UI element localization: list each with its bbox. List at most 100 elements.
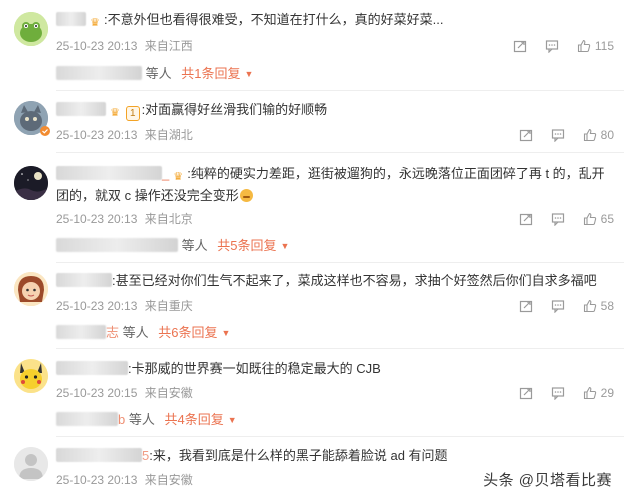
reply-suffix: 等人 <box>122 325 149 340</box>
like-button[interactable]: 65 <box>583 212 614 226</box>
reply-username[interactable] <box>56 66 142 80</box>
divider <box>56 90 624 91</box>
share-icon[interactable] <box>519 299 533 313</box>
crown-icon: ♛ <box>173 171 184 183</box>
comment-meta: 25-10-23 20:13 来自北京 <box>56 211 193 227</box>
reply-username[interactable] <box>56 412 118 426</box>
pikachu-avatar-icon <box>14 359 48 393</box>
avatar[interactable] <box>14 12 48 46</box>
timestamp: 25-10-23 20:13 <box>56 212 138 226</box>
username[interactable] <box>56 448 142 462</box>
reply-summary[interactable]: 志 等人 共6条回复 ▼ <box>56 323 230 343</box>
comment-body: :卡那威的世界赛一如既往的稳定最大的 CJB <box>56 358 610 380</box>
location: 来自湖北 <box>144 128 193 142</box>
divider <box>56 348 624 349</box>
username[interactable] <box>56 12 86 26</box>
comment-text: :对面赢得好丝滑我们输的好顺畅 <box>141 102 328 117</box>
crown-icon: ♛ <box>90 17 100 29</box>
username[interactable] <box>56 102 106 116</box>
comment-meta: 25-10-23 20:13 来自湖北 <box>56 127 193 143</box>
watermark: 头条 @贝塔看比赛 <box>483 472 612 489</box>
like-icon <box>577 39 591 53</box>
comment-text: :来，我看到底是什么样的黑子能舔着脸说 ad 有问题 <box>149 448 448 463</box>
timestamp: 25-10-23 20:13 <box>56 128 138 142</box>
username[interactable] <box>56 166 162 180</box>
divider <box>56 262 624 263</box>
reply-summary[interactable]: 等人 共1条回复 ▼ <box>56 64 253 84</box>
reply-username[interactable] <box>56 325 106 339</box>
share-icon[interactable] <box>519 386 533 400</box>
reply-summary[interactable]: 等人 共5条回复 ▼ <box>56 236 289 256</box>
comment-body: 5:来，我看到底是什么样的黑子能舔着脸说 ad 有问题 <box>56 445 610 467</box>
avatar[interactable] <box>14 447 48 481</box>
like-button[interactable]: 29 <box>583 386 614 400</box>
like-icon <box>583 212 596 226</box>
like-button[interactable]: 115 <box>577 39 614 53</box>
reply-suffix: 等人 <box>128 412 155 427</box>
like-count: 80 <box>600 128 614 142</box>
timestamp: 25-10-23 20:15 <box>56 386 138 400</box>
like-button[interactable]: 58 <box>583 299 614 313</box>
verified-badge-icon <box>40 126 50 136</box>
view-replies-link[interactable]: 共1条回复 <box>181 66 240 81</box>
username[interactable] <box>56 273 112 287</box>
comment-actions: 65 <box>519 211 614 227</box>
comment-body: :甚至已经对你们生气不起来了，菜成这样也不容易，求抽个好签然后你们自求多福吧 <box>56 270 610 292</box>
reply-username-tail[interactable]: 志 <box>106 325 119 340</box>
comment-meta: 25-10-23 20:13 来自江西 <box>56 38 193 54</box>
comment-meta: 25-10-23 20:13 来自安徽 <box>56 472 193 488</box>
like-count: 65 <box>600 212 614 226</box>
default-user-avatar-icon <box>14 447 48 481</box>
reply-suffix: 等人 <box>181 238 208 253</box>
location: 来自安徽 <box>144 386 193 400</box>
share-icon[interactable] <box>513 39 527 53</box>
chevron-down-icon: ▼ <box>280 241 290 251</box>
comment-icon[interactable] <box>551 299 565 313</box>
chevron-down-icon: ▼ <box>244 69 254 79</box>
like-count: 29 <box>600 386 614 400</box>
username[interactable] <box>56 361 128 375</box>
like-count: 115 <box>594 39 614 53</box>
like-icon <box>583 386 596 400</box>
comment-icon[interactable] <box>551 212 565 226</box>
view-replies-link[interactable]: 共6条回复 <box>158 325 217 340</box>
timestamp: 25-10-23 20:13 <box>56 299 138 313</box>
level-badge: 1 <box>126 106 140 121</box>
share-icon[interactable] <box>519 128 533 142</box>
location: 来自安徽 <box>144 473 193 487</box>
reply-username[interactable] <box>56 238 178 252</box>
comment-body: ♛:不意外但也看得很难受，不知道在打什么，真的好菜好菜... <box>56 9 610 31</box>
divider <box>56 152 624 153</box>
like-icon <box>583 299 596 313</box>
reply-summary[interactable]: b 等人 共4条回复 ▼ <box>56 410 237 430</box>
comment-icon[interactable] <box>551 386 565 400</box>
timestamp: 25-10-23 20:13 <box>56 473 138 487</box>
view-replies-link[interactable]: 共5条回复 <box>217 238 276 253</box>
like-button[interactable]: 80 <box>583 128 614 142</box>
username-tail[interactable]: 5 <box>142 448 149 463</box>
sad-face-emoji-icon <box>239 189 253 202</box>
comment-actions: 29 <box>519 385 614 401</box>
comment-meta: 25-10-23 20:13 来自重庆 <box>56 298 193 314</box>
location: 来自重庆 <box>144 299 193 313</box>
comment-icon[interactable] <box>551 128 565 142</box>
comment-icon[interactable] <box>545 39 559 53</box>
reply-username-tail[interactable]: b <box>118 412 125 427</box>
username-tail[interactable]: _ <box>162 163 169 185</box>
comment-actions: 115 <box>513 38 614 54</box>
location: 来自江西 <box>144 39 193 53</box>
avatar[interactable] <box>14 272 48 306</box>
comment-actions: 58 <box>519 298 614 314</box>
comment-text: :卡那威的世界赛一如既往的稳定最大的 CJB <box>128 361 381 376</box>
chevron-down-icon: ▼ <box>221 328 231 338</box>
comment-body: _ ♛:纯粹的硬实力差距，逛街被遛狗的，永远晚落位正面团碎了再 t 的，乱开团的，… <box>56 163 610 207</box>
comment-actions: 80 <box>519 127 614 143</box>
like-count: 58 <box>600 299 614 313</box>
share-icon[interactable] <box>519 212 533 226</box>
comment-body: ♛ 1:对面赢得好丝滑我们输的好顺畅 <box>56 99 610 121</box>
avatar[interactable] <box>14 359 48 393</box>
view-replies-link[interactable]: 共4条回复 <box>165 412 224 427</box>
avatar[interactable] <box>14 166 48 200</box>
comment-meta: 25-10-23 20:15 来自安徽 <box>56 385 193 401</box>
night-sky-avatar-icon <box>14 166 48 200</box>
